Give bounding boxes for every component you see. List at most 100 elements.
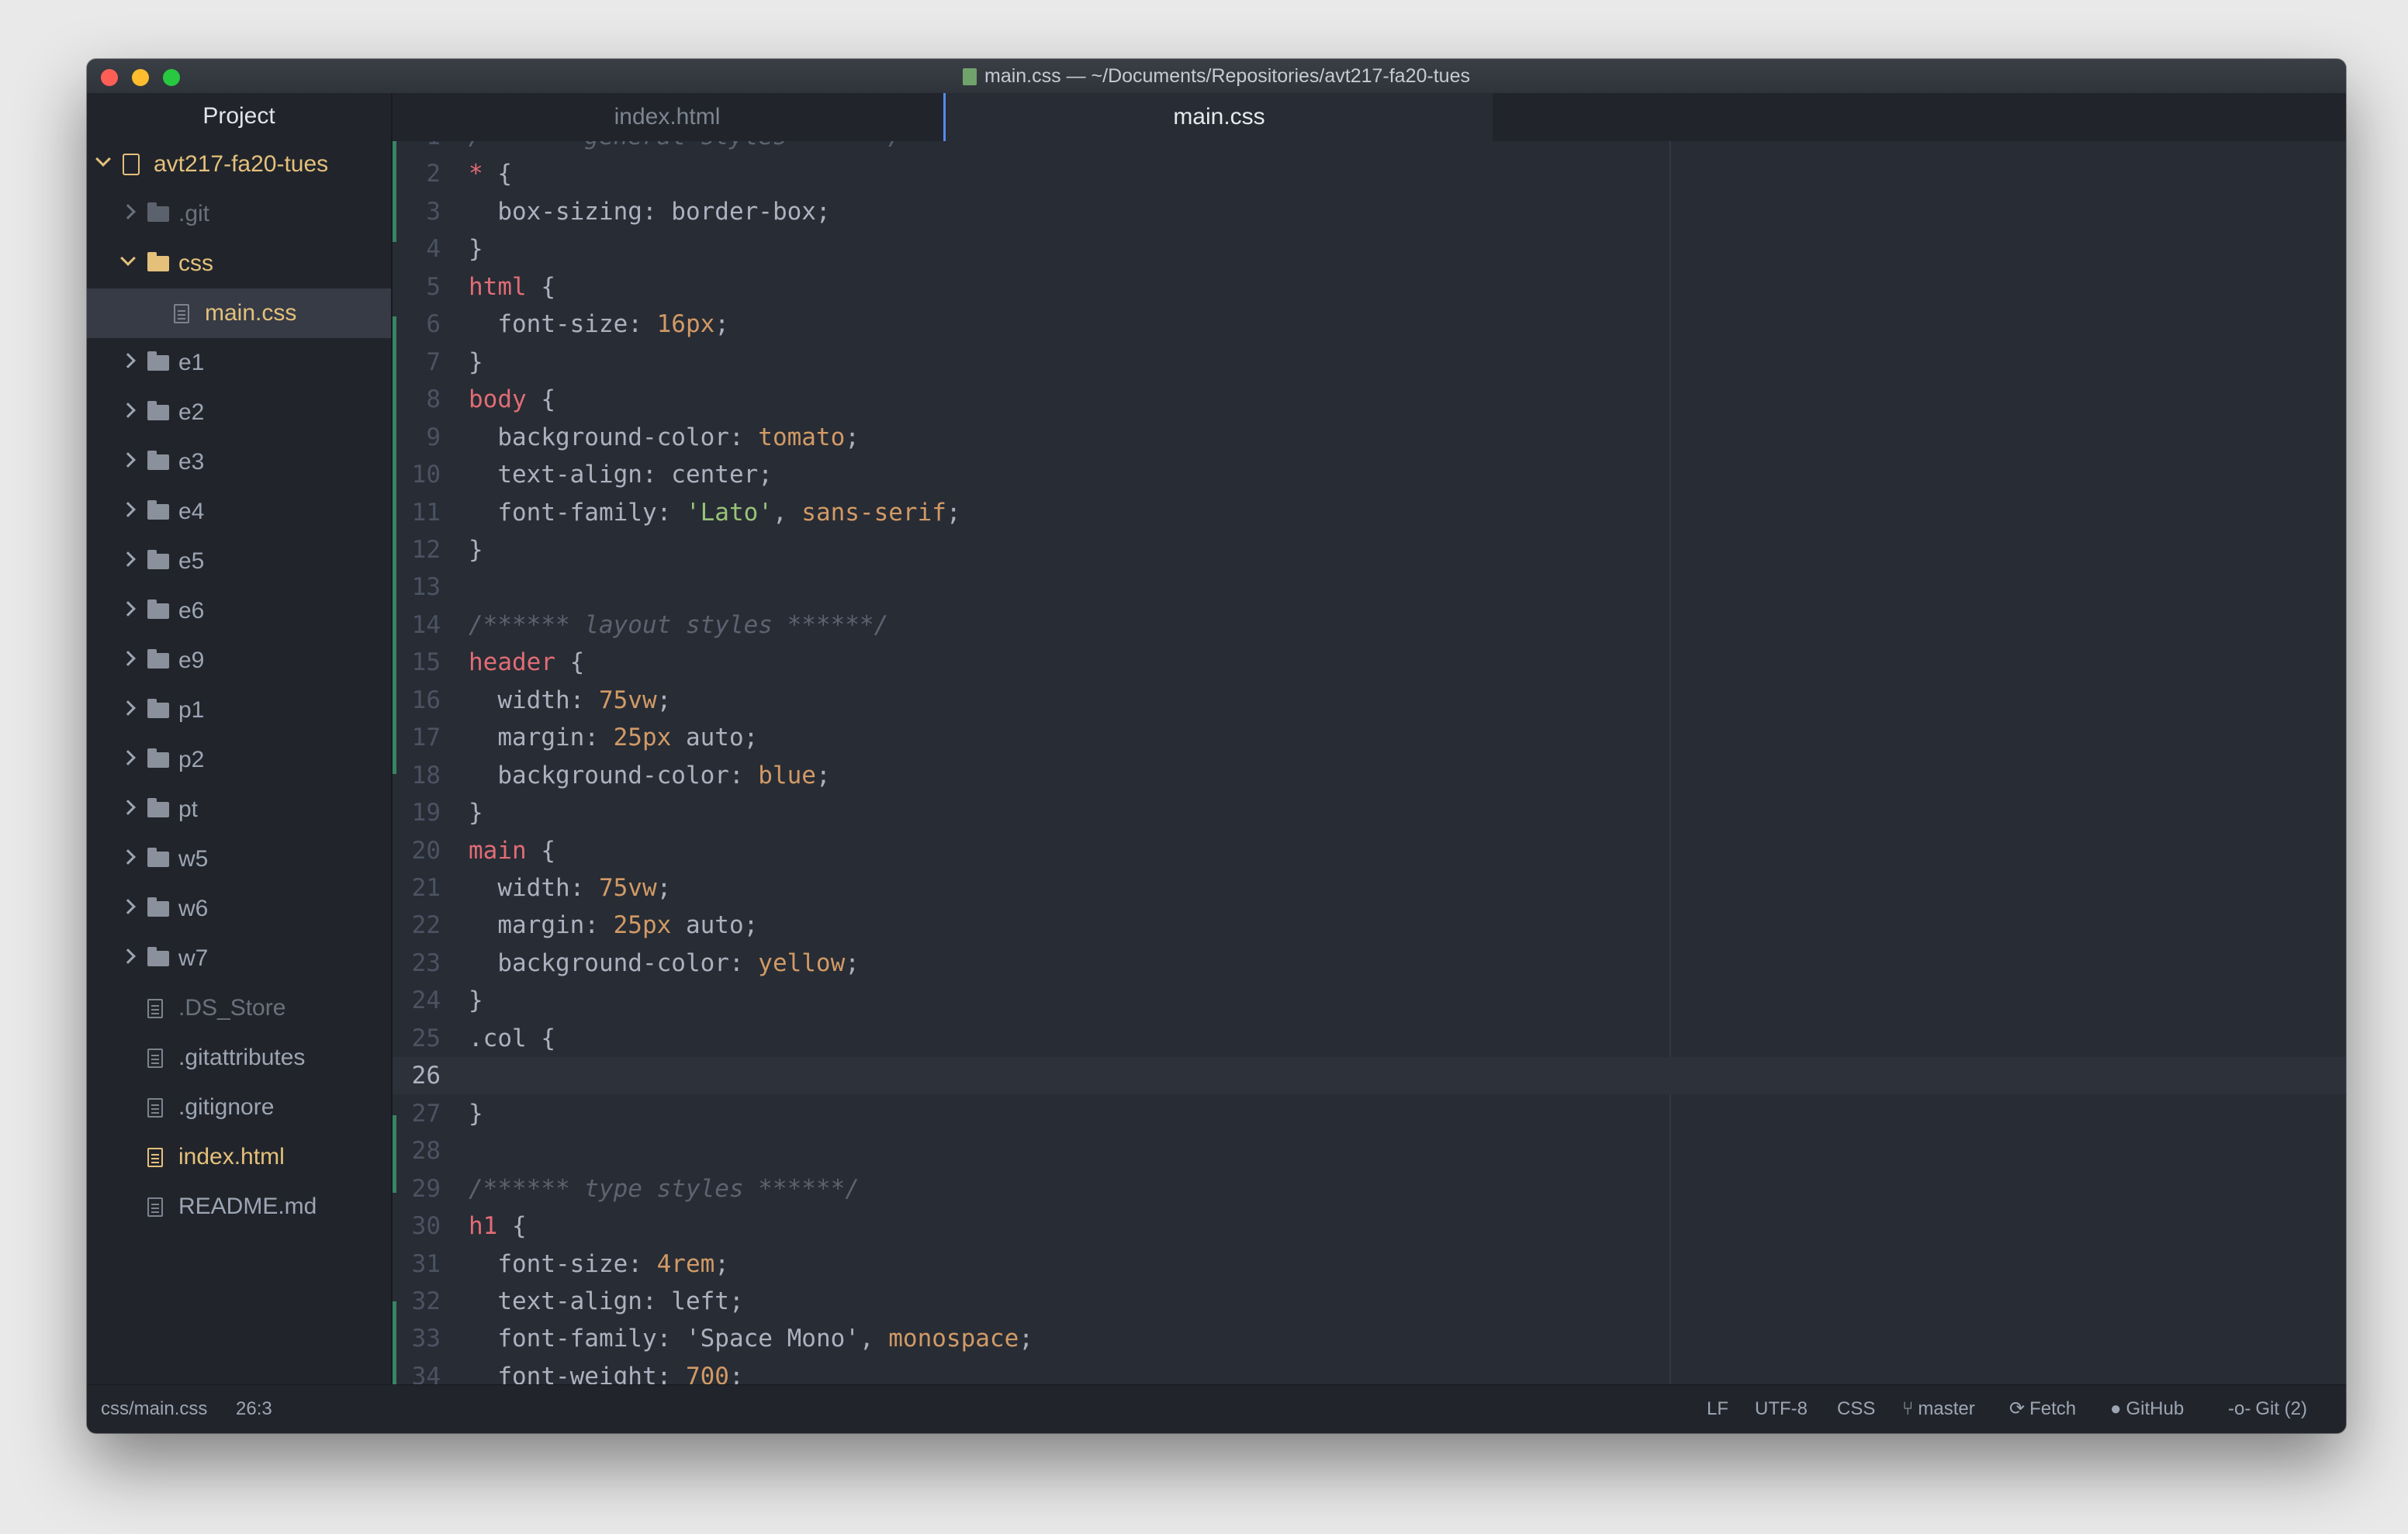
code-text: /****** layout styles ******/ — [469, 610, 889, 639]
code-line[interactable]: 32 text-align: left; — [393, 1283, 2346, 1320]
line-number: 34 — [411, 1362, 441, 1385]
code-line[interactable]: 3 box-sizing: border-box; — [393, 193, 2346, 230]
tree-item-gitattributes[interactable]: .gitattributes — [87, 1033, 391, 1083]
code-line[interactable]: 7} — [393, 344, 2346, 381]
code-line[interactable]: 29 /****** type styles ******/ — [393, 1170, 2346, 1208]
tree-item-pt[interactable]: pt — [87, 785, 391, 834]
code-line[interactable]: 12} — [393, 531, 2346, 568]
code-line[interactable]: 19} — [393, 794, 2346, 831]
code-text: text-align: center; — [497, 461, 773, 489]
code-text: .col { — [469, 1024, 555, 1052]
code-line[interactable]: 6 font-size: 16px; — [393, 306, 2346, 343]
code-line[interactable]: 2 * { — [393, 155, 2346, 192]
code-line[interactable]: 25 .col { — [393, 1020, 2346, 1057]
code-line[interactable]: 16 width: 75vw; — [393, 682, 2346, 719]
code-line[interactable]: 17 margin: 25px auto; — [393, 719, 2346, 756]
code-line[interactable]: 28 — [393, 1132, 2346, 1170]
tree-item-w5[interactable]: w5 — [87, 834, 391, 884]
code-line[interactable]: 21 width: 75vw; — [393, 869, 2346, 907]
status-encoding[interactable]: UTF-8 — [1755, 1385, 1808, 1433]
tree-item-main-css[interactable]: main.css — [87, 288, 391, 338]
code-line[interactable]: 8 body { — [393, 381, 2346, 418]
tree-item-label: .gitignore — [178, 1094, 275, 1120]
code-line[interactable]: 27} — [393, 1095, 2346, 1132]
window-title: main.css — ~/Documents/Repositories/avt2… — [87, 59, 2346, 93]
code-line[interactable]: 23 background-color: yellow; — [393, 945, 2346, 982]
code-line[interactable]: 5 html { — [393, 268, 2346, 306]
code-line[interactable]: 11 font-family: 'Lato', sans-serif; — [393, 494, 2346, 531]
chevron-right-icon — [123, 802, 133, 813]
tree-item-label: pt — [178, 796, 199, 822]
tree-item-e5[interactable]: e5 — [87, 537, 391, 586]
line-number: 13 — [411, 573, 441, 602]
file-icon — [147, 1049, 163, 1068]
line-number: 9 — [426, 423, 441, 451]
code-line[interactable]: 31 font-size: 4rem; — [393, 1246, 2346, 1283]
code-line[interactable]: 10 text-align: center; — [393, 456, 2346, 493]
code-text: } — [469, 235, 483, 264]
line-number: 14 — [411, 610, 441, 639]
status-branch[interactable]: ⑂ master — [1902, 1385, 1975, 1433]
tree-item-w6[interactable]: w6 — [87, 884, 391, 934]
code-line[interactable]: 15 header { — [393, 644, 2346, 681]
tree-item-label: e3 — [178, 449, 205, 475]
tree-item-e3[interactable]: e3 — [87, 437, 391, 487]
code-line[interactable]: 30 h1 { — [393, 1208, 2346, 1245]
status-line-ending[interactable]: LF — [1707, 1385, 1728, 1433]
tree-item-e1[interactable]: e1 — [87, 338, 391, 388]
tree-item-e9[interactable]: e9 — [87, 636, 391, 686]
code-line[interactable]: 13 — [393, 568, 2346, 606]
tab-bar: index.html main.css — [393, 93, 2346, 142]
status-github[interactable]: ● GitHub — [2110, 1385, 2184, 1433]
code-line[interactable]: 14 /****** layout styles ******/ — [393, 606, 2346, 644]
tree-item-e6[interactable]: e6 — [87, 586, 391, 636]
tree-item-label: e1 — [178, 350, 205, 375]
status-bar: css/main.css 26:3 LF UTF-8 CSS ⑂ master ⟳… — [87, 1384, 2346, 1433]
code-editor[interactable]: 1 /****** general styles ******/ 2 * {3 box… — [393, 141, 2346, 1385]
tree-item-index-html[interactable]: index.html — [87, 1132, 391, 1182]
code-line[interactable]: 24} — [393, 982, 2346, 1019]
code-text: background-color: tomato; — [497, 423, 860, 451]
tab-index-html[interactable]: index.html — [393, 93, 942, 141]
code-line[interactable]: 9 background-color: tomato; — [393, 419, 2346, 456]
folder-icon — [147, 252, 169, 271]
code-line[interactable]: 33 font-family: 'Space Mono', monospace; — [393, 1320, 2346, 1357]
code-line[interactable]: 26 — [393, 1057, 2346, 1095]
status-cursor-position[interactable]: 26:3 — [236, 1385, 272, 1433]
code-line[interactable]: 18 background-color: blue; — [393, 757, 2346, 794]
line-number: 15 — [411, 648, 441, 677]
sidebar-header[interactable]: Project — [87, 93, 391, 140]
tree-item-w7[interactable]: w7 — [87, 934, 391, 983]
code-text: width: 75vw; — [497, 686, 672, 714]
tree-item-css[interactable]: css — [87, 239, 391, 288]
tree-item-p2[interactable]: p2 — [87, 735, 391, 785]
code-text: main { — [469, 836, 555, 865]
code-line[interactable]: 34 font-weight: 700; — [393, 1358, 2346, 1385]
line-number: 17 — [411, 724, 441, 752]
project-root[interactable]: avt217-fa20-tues — [87, 140, 391, 189]
code-line[interactable]: 1 /****** general styles ******/ — [393, 141, 2346, 155]
tree-item-p1[interactable]: p1 — [87, 686, 391, 735]
line-number: 33 — [411, 1325, 441, 1353]
status-grammar[interactable]: CSS — [1837, 1385, 1875, 1433]
tab-main-css[interactable]: main.css — [943, 93, 1493, 141]
line-number: 6 — [426, 310, 441, 339]
tree-item-ds-store[interactable]: .DS_Store — [87, 983, 391, 1033]
tree-item-readme-md[interactable]: README.md — [87, 1182, 391, 1232]
folder-icon — [147, 748, 169, 768]
tree-item-label: e6 — [178, 598, 205, 624]
document-icon — [963, 68, 977, 85]
tree-item-e4[interactable]: e4 — [87, 487, 391, 537]
tree-item-gitignore[interactable]: .gitignore — [87, 1083, 391, 1132]
tree-item-git[interactable]: .git — [87, 189, 391, 239]
code-line[interactable]: 4} — [393, 230, 2346, 268]
status-git[interactable]: -o- Git (2) — [2228, 1385, 2307, 1433]
tree-item-label: e5 — [178, 548, 205, 574]
code-line[interactable]: 20 main { — [393, 832, 2346, 869]
code-line[interactable]: 22 margin: 25px auto; — [393, 907, 2346, 944]
status-fetch[interactable]: ⟳ Fetch — [2009, 1385, 2076, 1433]
tree-item-label: p2 — [178, 747, 205, 772]
tree-item-e2[interactable]: e2 — [87, 388, 391, 437]
line-number: 20 — [411, 836, 441, 865]
status-file-path[interactable]: css/main.css — [101, 1385, 207, 1433]
